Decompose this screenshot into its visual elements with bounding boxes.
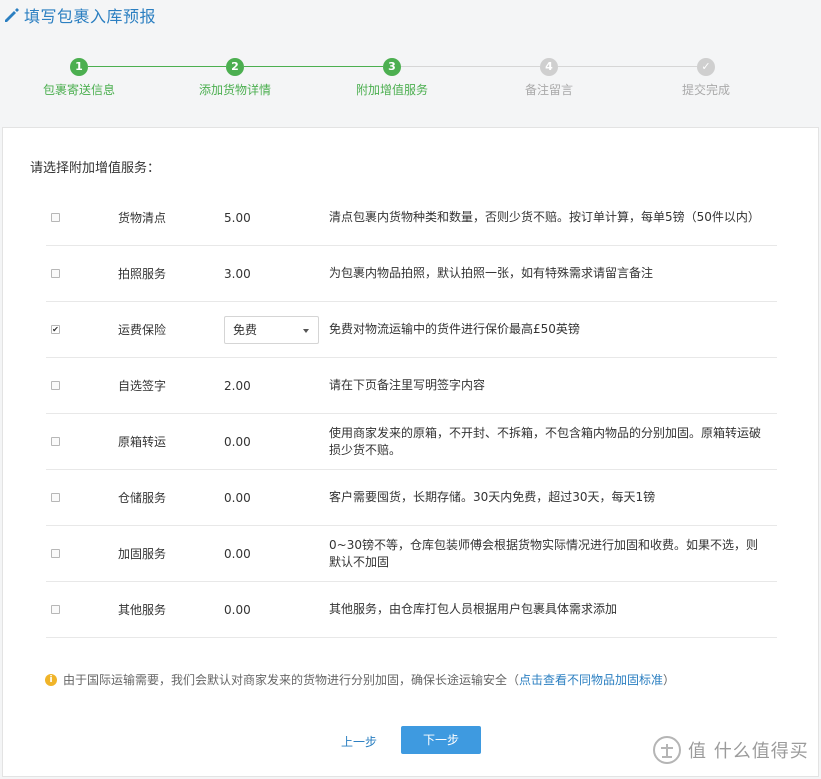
service-checkbox[interactable]	[51, 549, 60, 558]
pencil-icon	[5, 8, 19, 22]
step-1: 1 包裹寄送信息	[19, 52, 139, 98]
service-name: 原箱转运	[118, 435, 167, 449]
insurance-select-value: 免费	[233, 322, 258, 337]
service-price: 0.00	[224, 546, 251, 561]
step-progress: 1 包裹寄送信息 2 添加货物详情 3 附加增值服务 4 备注留言 ✓ 提交完成	[0, 52, 821, 112]
services-prompt: 请选择附加增值服务：	[30, 161, 161, 176]
service-description: 请在下页备注里写明签字内容	[329, 378, 486, 392]
step-number: 2	[226, 58, 244, 76]
service-description: 清点包裹内货物种类和数量，否则少货不赔。按订单计算，每单5镑（50件以内）	[329, 210, 760, 224]
step-number: 4	[540, 58, 558, 76]
step-label: 包裹寄送信息	[42, 83, 115, 97]
page-header: 填写包裹入库预报	[0, 0, 821, 30]
service-checkbox[interactable]	[51, 493, 60, 502]
service-row-storage: 仓储服务 0.00 客户需要囤货，长期存储。30天内免费，超过30天，每天1镑	[46, 470, 777, 526]
service-description: 使用商家发来的原箱，不开封、不拆箱，不包含箱内物品的分别加固。原箱转运破损少货不…	[329, 425, 762, 457]
service-description: 0~30镑不等，仓库包装师傅会根据货物实际情况进行加固和收费。如果不选，则默认不…	[329, 537, 758, 569]
step-label: 添加货物详情	[198, 83, 271, 97]
service-checkbox[interactable]	[51, 213, 60, 222]
service-price: 0.00	[224, 434, 251, 449]
step-5: ✓ 提交完成	[646, 52, 766, 98]
services-table: 货物清点 5.00 清点包裹内货物种类和数量，否则少货不赔。按订单计算，每单5镑…	[46, 190, 777, 638]
services-card: 请选择附加增值服务： 货物清点 5.00 清点包裹内货物种类和数量，否则少货不赔…	[2, 127, 819, 777]
watermark: 值 什么值得买	[652, 735, 809, 765]
service-name: 仓储服务	[118, 491, 167, 505]
reinforce-standard-link[interactable]: 点击查看不同物品加固标准	[519, 671, 663, 688]
note-tail: ）	[663, 673, 676, 687]
service-description: 免费对物流运输中的货件进行保价最高£50英镑	[329, 322, 580, 336]
service-price: 3.00	[224, 266, 251, 281]
service-row-signature: 自选签字 2.00 请在下页备注里写明签字内容	[46, 358, 777, 414]
service-price: 5.00	[224, 210, 251, 225]
note-text: 由于国际运输需要，我们会默认对商家发来的货物进行分别加固，确保长途运输安全（	[63, 673, 520, 687]
insurance-select[interactable]: 免费	[224, 315, 319, 344]
service-row-insurance: ✔ 运费保险 免费 免费对物流运输中的货件进行保价最高£50英镑	[46, 302, 777, 358]
checkmark-icon: ✓	[697, 58, 715, 76]
service-row-photo: 拍照服务 3.00 为包裹内物品拍照，默认拍照一张，如有特殊需求请留言备注	[46, 246, 777, 302]
step-number: 1	[70, 58, 88, 76]
service-row-other: 其他服务 0.00 其他服务，由仓库打包人员根据用户包裹具体需求添加	[46, 582, 777, 638]
reinforce-note: i 由于国际运输需要，我们会默认对商家发来的货物进行分别加固，确保长途运输安全（…	[45, 671, 675, 688]
step-number: 3	[383, 58, 401, 76]
service-name: 加固服务	[118, 547, 167, 561]
service-row-goods-count: 货物清点 5.00 清点包裹内货物种类和数量，否则少货不赔。按订单计算，每单5镑…	[46, 190, 777, 246]
service-checkbox[interactable]	[51, 381, 60, 390]
service-description: 其他服务，由仓库打包人员根据用户包裹具体需求添加	[329, 602, 618, 616]
step-label: 备注留言	[524, 83, 573, 97]
service-checkbox-checked[interactable]: ✔	[51, 325, 60, 334]
watermark-logo-icon	[653, 736, 681, 764]
service-name: 拍照服务	[118, 267, 167, 281]
service-row-reinforce: 加固服务 0.00 0~30镑不等，仓库包装师傅会根据货物实际情况进行加固和收费…	[46, 526, 777, 582]
step-label: 提交完成	[681, 83, 730, 97]
service-name: 运费保险	[118, 323, 167, 337]
caret-down-icon	[303, 328, 309, 333]
service-price: 0.00	[224, 490, 251, 505]
step-4: 4 备注留言	[489, 52, 609, 98]
service-price: 2.00	[224, 378, 251, 393]
page-title: 填写包裹入库预报	[24, 7, 157, 26]
service-name: 货物清点	[118, 211, 167, 225]
service-name: 其他服务	[118, 603, 167, 617]
step-2: 2 添加货物详情	[175, 52, 295, 98]
service-name: 自选签字	[118, 379, 167, 393]
service-checkbox[interactable]	[51, 605, 60, 614]
service-price: 0.00	[224, 602, 251, 617]
service-checkbox[interactable]	[51, 269, 60, 278]
service-description: 为包裹内物品拍照，默认拍照一张，如有特殊需求请留言备注	[329, 266, 654, 280]
step-label: 附加增值服务	[355, 83, 428, 97]
info-icon: i	[45, 673, 57, 686]
service-checkbox[interactable]	[51, 437, 60, 446]
step-3: 3 附加增值服务	[332, 52, 452, 98]
watermark-text: 值 什么值得买	[688, 741, 809, 762]
service-description: 客户需要囤货，长期存储。30天内免费，超过30天，每天1镑	[329, 490, 656, 504]
prev-step-button[interactable]: 上一步	[341, 733, 377, 750]
service-row-original-box: 原箱转运 0.00 使用商家发来的原箱，不开封、不拆箱，不包含箱内物品的分别加固…	[46, 414, 777, 470]
next-step-button[interactable]: 下一步	[401, 726, 481, 754]
